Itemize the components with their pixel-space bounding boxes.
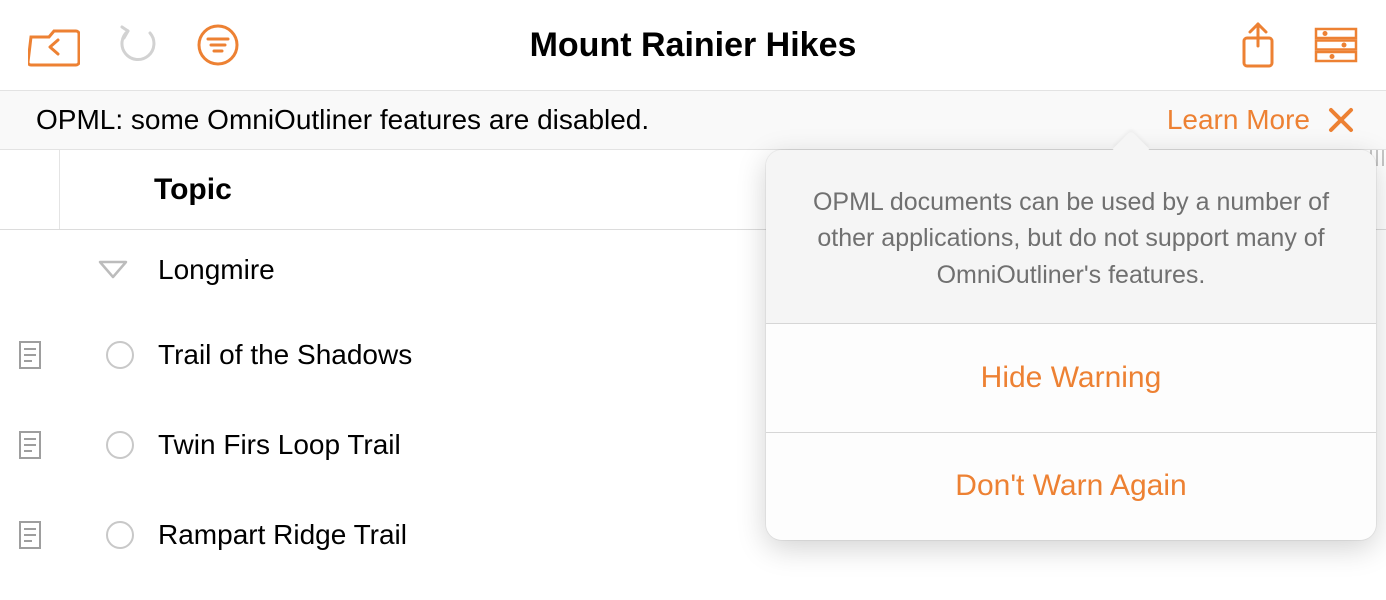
toolbar-right xyxy=(1238,20,1358,70)
undo-button[interactable] xyxy=(116,23,160,67)
inspector-panel-icon xyxy=(1314,25,1358,65)
topic-column-header[interactable]: Topic xyxy=(154,173,232,207)
row-handle[interactable] xyxy=(100,431,140,459)
share-button[interactable] xyxy=(1238,20,1278,70)
note-toggle[interactable] xyxy=(0,340,60,370)
circle-handle-icon xyxy=(106,341,134,369)
toolbar: Mount Rainier Hikes xyxy=(0,0,1386,90)
row-label[interactable]: Trail of the Shadows xyxy=(158,339,412,371)
row-label[interactable]: Twin Firs Loop Trail xyxy=(158,429,401,461)
circle-handle-icon xyxy=(106,431,134,459)
note-icon xyxy=(18,340,42,370)
filter-button[interactable] xyxy=(196,23,240,67)
hide-warning-button[interactable]: Hide Warning xyxy=(766,324,1376,432)
learn-more-popover: OPML documents can be used by a number o… xyxy=(766,150,1376,540)
gutter xyxy=(0,150,60,229)
learn-more-link[interactable]: Learn More xyxy=(1167,104,1310,136)
folder-back-icon xyxy=(28,23,80,67)
row-handle[interactable] xyxy=(100,521,140,549)
disclosure-triangle[interactable] xyxy=(88,259,138,281)
note-icon xyxy=(18,430,42,460)
note-toggle[interactable] xyxy=(0,430,60,460)
banner-message: OPML: some OmniOutliner features are dis… xyxy=(36,104,1151,136)
dismiss-banner-button[interactable] xyxy=(1326,105,1356,135)
note-toggle[interactable] xyxy=(0,520,60,550)
toolbar-left xyxy=(28,23,240,67)
documents-back-button[interactable] xyxy=(28,23,80,67)
note-icon xyxy=(18,520,42,550)
popover-message: OPML documents can be used by a number o… xyxy=(766,150,1376,324)
undo-icon xyxy=(116,23,160,67)
filter-lines-icon xyxy=(196,23,240,67)
opml-warning-banner: OPML: some OmniOutliner features are dis… xyxy=(0,90,1386,150)
share-icon xyxy=(1238,20,1278,70)
dont-warn-again-button[interactable]: Don't Warn Again xyxy=(766,432,1376,540)
row-handle[interactable] xyxy=(100,341,140,369)
row-label[interactable]: Rampart Ridge Trail xyxy=(158,519,407,551)
chevron-down-icon xyxy=(97,259,129,281)
row-label[interactable]: Longmire xyxy=(158,254,275,286)
close-icon xyxy=(1326,105,1356,135)
inspector-button[interactable] xyxy=(1314,25,1358,65)
circle-handle-icon xyxy=(106,521,134,549)
